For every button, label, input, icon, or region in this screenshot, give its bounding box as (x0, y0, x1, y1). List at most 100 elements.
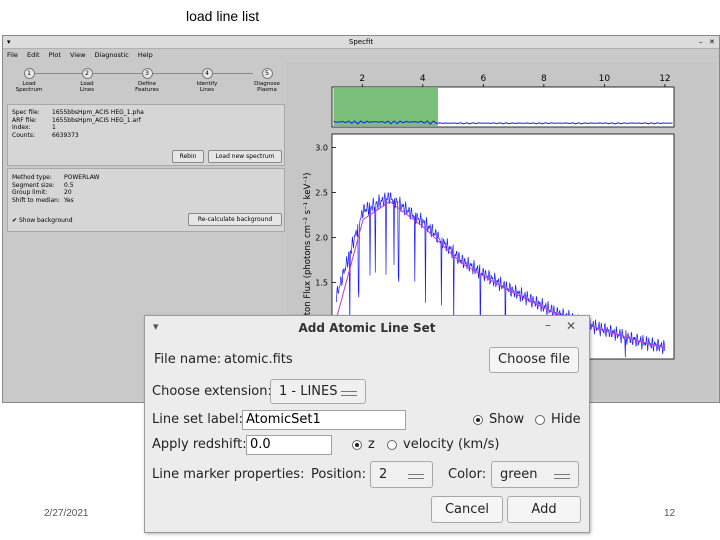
menu-view[interactable]: View (70, 51, 85, 59)
rebin-button[interactable]: Rebin (172, 150, 204, 163)
main-y-tick-label: 2.5 (315, 189, 328, 198)
checkmark-icon: ✔ (12, 217, 18, 224)
step-number: 3 (141, 68, 153, 79)
spectrum-info-panel: Spec file: 1655bbsHpm_ACIS HEG_1.pha ARF … (7, 104, 285, 166)
window-titlebar: Specfit (3, 36, 719, 49)
info-value: 20 (64, 189, 72, 196)
cancel-button[interactable]: Cancel (431, 496, 503, 523)
hide-label: Hide (551, 412, 581, 427)
menu-edit[interactable]: Edit (27, 51, 40, 59)
add-button[interactable]: Add (507, 496, 581, 523)
step-diagnose-plasma[interactable]: 5 Diagnose Plasma (247, 68, 287, 93)
main-y-tick-label: 3.0 (315, 144, 328, 153)
extension-value: 1 - LINES (279, 384, 338, 399)
main-y-axis-label: oton Flux (photons cm⁻² s⁻¹ keV⁻¹) (303, 173, 313, 321)
choose-extension-label: Choose extension: (152, 384, 272, 399)
info-value: POWERLAW (64, 174, 100, 181)
step-number: 2 (81, 68, 93, 79)
position-label: Position: (311, 467, 366, 482)
step-load-spectrum[interactable]: 1 Load Spectrum (9, 68, 49, 93)
color-select[interactable]: green (491, 461, 579, 488)
minimize-icon[interactable]: – (545, 318, 551, 332)
show-radio[interactable] (473, 415, 483, 425)
background-info: Method type: POWERLAW Segment size: 0.5 Gr… (12, 174, 99, 204)
close-icon[interactable]: ✕ (709, 36, 715, 48)
info-key: Segment size: (12, 181, 55, 189)
overview-x-tick-label: 8 (541, 74, 547, 84)
choose-file-button[interactable]: Choose file (489, 347, 579, 373)
info-key: Method type: (12, 174, 52, 181)
z-label: z (368, 437, 375, 452)
main-y-tick-label: 1.5 (315, 279, 328, 288)
step-label: Spectrum (15, 87, 43, 93)
slide-page-number: 12 (664, 508, 676, 519)
z-radio[interactable] (352, 440, 362, 450)
slide-date: 2/27/2021 (44, 508, 89, 519)
overview-x-tick-label: 4 (420, 74, 426, 84)
show-background-checkbox[interactable]: ✔ Show background (12, 217, 73, 225)
step-load-lines[interactable]: 2 Load Lines (67, 68, 107, 93)
overview-x-tick-label: 10 (599, 74, 611, 84)
dropdown-arrow-icon (408, 474, 424, 479)
color-label: Color: (448, 467, 487, 482)
dropdown-arrow-icon (554, 474, 570, 479)
velocity-label: velocity (km/s) (403, 437, 500, 452)
minimize-icon[interactable]: – (699, 36, 703, 48)
step-number: 5 (261, 68, 273, 79)
slide-title: load line list (186, 8, 260, 24)
menu-bar: File Edit Plot View Diagnostic Help (3, 50, 156, 61)
info-key: Index: (12, 124, 31, 131)
add-atomic-line-set-dialog: ▾ Add Atomic Line Set – ✕ File name: ato… (144, 315, 590, 533)
recalculate-background-button[interactable]: Re-calculate background (188, 213, 282, 226)
step-number: 4 (201, 68, 213, 79)
info-key: ARF file: (12, 116, 37, 124)
hide-radio[interactable] (535, 415, 545, 425)
window-title: Specfit (348, 38, 374, 46)
load-new-spectrum-button[interactable]: Load new spectrum (208, 150, 282, 163)
step-identify-lines[interactable]: 4 Identify Lines (187, 68, 227, 93)
overview-selection-region (333, 88, 438, 126)
show-background-label: Show background (18, 217, 73, 224)
info-value: 1655bbsHpm_ACIS HEG_1.pha (52, 109, 144, 116)
extension-select[interactable]: 1 - LINES (270, 379, 366, 404)
step-label: Plasma (257, 87, 277, 93)
marker-properties-label: Line marker properties: (152, 467, 305, 482)
spectrum-info: Spec file: 1655bbsHpm_ACIS HEG_1.pha ARF … (12, 109, 144, 139)
step-define-features[interactable]: 3 Define Features (127, 68, 167, 93)
menu-help[interactable]: Help (138, 51, 153, 59)
info-value: 1 (52, 124, 56, 131)
line-set-label-label: Line set label: (152, 412, 244, 427)
window-menu-icon[interactable]: ▾ (7, 36, 11, 48)
velocity-radio[interactable] (387, 440, 397, 450)
menu-file[interactable]: File (7, 51, 18, 59)
position-value: 2 (379, 467, 388, 482)
redshift-input[interactable]: 0.0 (246, 435, 332, 455)
color-value: green (500, 467, 538, 482)
line-set-label-input[interactable]: AtomicSet1 (242, 410, 406, 430)
main-y-tick-label: 2.0 (315, 234, 328, 243)
menu-diagnostic[interactable]: Diagnostic (95, 51, 129, 59)
step-label: Features (135, 87, 159, 93)
file-name-value: atomic.fits (224, 352, 293, 367)
step-number: 1 (23, 68, 35, 79)
overview-x-tick-label: 6 (480, 74, 486, 84)
overview-x-tick-label: 12 (659, 74, 670, 84)
background-panel: Method type: POWERLAW Segment size: 0.5 Gr… (7, 168, 285, 232)
info-value: 0.5 (64, 181, 74, 189)
workflow-steps: 1 Load Spectrum 2 Load Lines 3 Define Fe… (9, 64, 281, 100)
info-value: 6639373 (52, 131, 79, 139)
step-label: Lines (199, 87, 215, 93)
close-icon[interactable]: ✕ (566, 319, 576, 333)
info-key: Shift to median: (12, 196, 60, 204)
info-value: 1655bbsHpm_ACIS HEG_1.arf (52, 116, 141, 124)
info-key: Spec file: (12, 109, 40, 116)
overview-x-tick-label: 2 (359, 74, 365, 84)
info-value: Yes (64, 196, 74, 204)
dropdown-arrow-icon (341, 391, 357, 396)
position-select[interactable]: 2 (370, 461, 433, 488)
dialog-title: Add Atomic Line Set (298, 321, 436, 335)
file-name-label: File name: (154, 352, 222, 367)
menu-plot[interactable]: Plot (49, 51, 61, 59)
show-label: Show (489, 412, 525, 427)
step-label: Lines (79, 87, 95, 93)
